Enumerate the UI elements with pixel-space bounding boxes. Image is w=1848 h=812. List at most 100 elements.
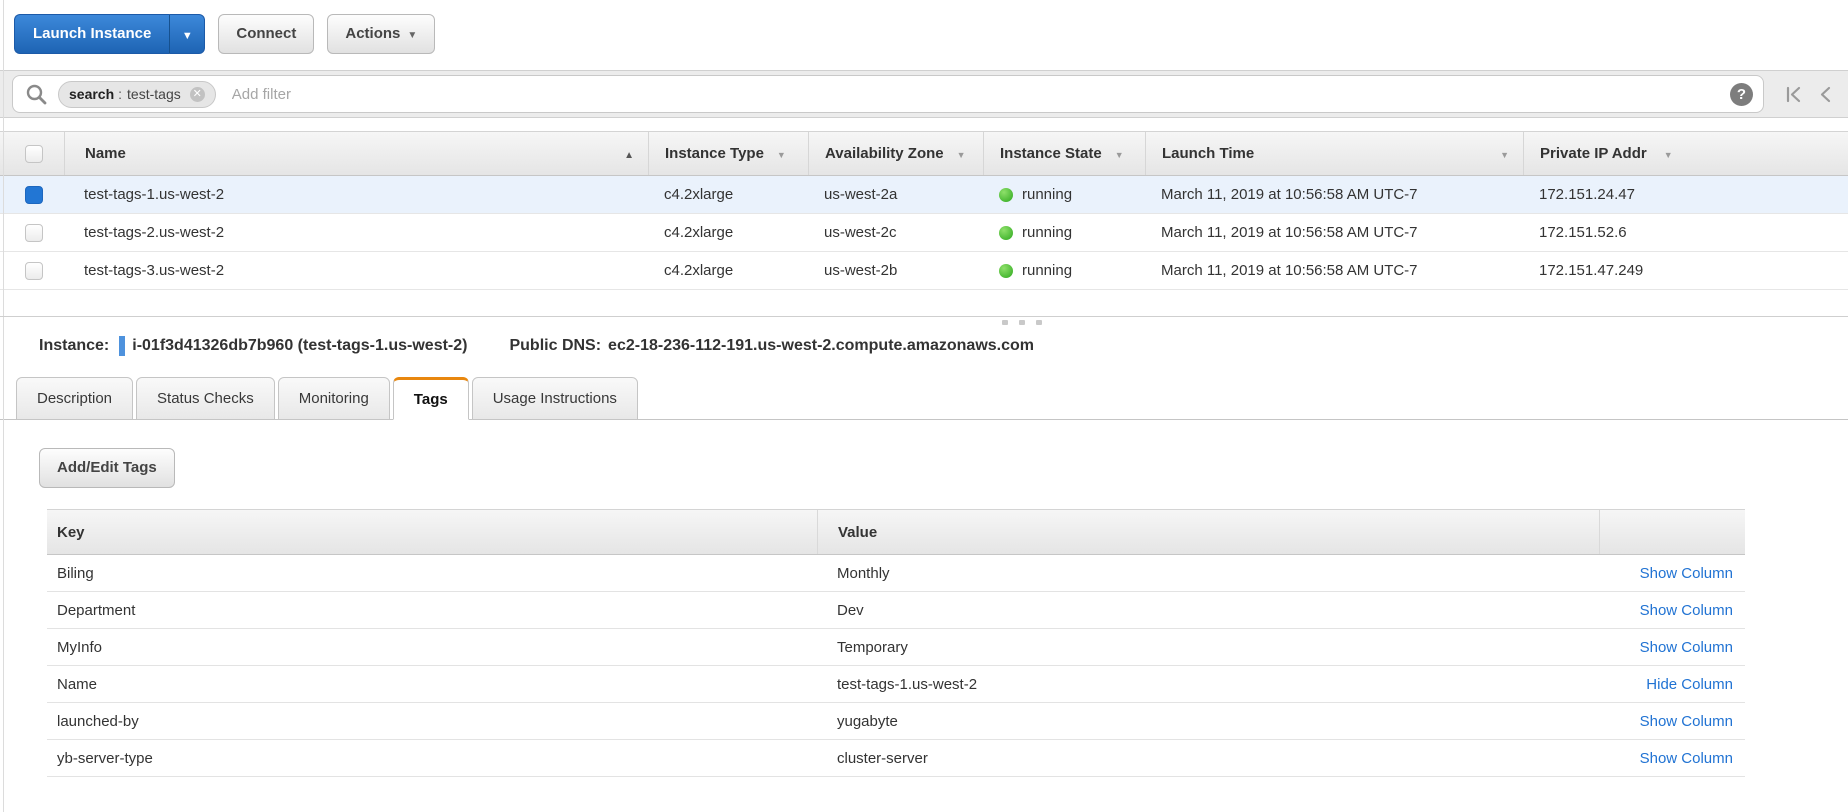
instance-state: running (983, 252, 1145, 289)
tab-tags[interactable]: Tags (393, 377, 469, 420)
column-header-instance-type[interactable]: Instance Type (648, 132, 808, 175)
chevron-down-icon (944, 145, 966, 162)
instance-detail-header: Instance: i-01f3d41326db7b960 (test-tags… (0, 326, 1848, 356)
remove-filter-icon[interactable] (190, 87, 205, 102)
launch-instance-split-button: Launch Instance (14, 14, 205, 54)
filter-pill-value: test-tags (127, 86, 181, 102)
private-ip: 172.151.24.47 (1523, 176, 1848, 213)
tab-monitoring[interactable]: Monitoring (278, 377, 390, 420)
instance-name: test-tags-3.us-west-2 (64, 252, 648, 289)
row-checkbox[interactable] (25, 262, 43, 280)
show-column-link[interactable]: Show Column (1640, 713, 1733, 730)
instance-row[interactable]: test-tags-1.us-west-2 c4.2xlarge us-west… (0, 176, 1848, 214)
tag-key: Department (47, 592, 817, 628)
tags-panel: Add/Edit Tags Key Value Biling Monthly S… (0, 420, 1848, 777)
column-header-launch-time[interactable]: Launch Time (1145, 132, 1523, 175)
instances-table: Name Instance Type Availability Zone Ins… (0, 131, 1848, 290)
launch-time: March 11, 2019 at 10:56:58 AM UTC-7 (1145, 214, 1523, 251)
search-filter-field[interactable]: search : test-tags ? (12, 75, 1764, 113)
tag-row: MyInfo Temporary Show Column (47, 629, 1745, 666)
chevron-down-icon (764, 145, 786, 162)
tag-value: Monthly (817, 555, 1599, 591)
private-ip: 172.151.52.6 (1523, 214, 1848, 251)
toolbar: Launch Instance Connect Actions (0, 0, 1848, 54)
row-checkbox[interactable] (25, 224, 43, 242)
tag-key: Biling (47, 555, 817, 591)
tag-row: Biling Monthly Show Column (47, 555, 1745, 592)
private-ip: 172.151.47.249 (1523, 252, 1848, 289)
instance-id: i-01f3d41326db7b960 (test-tags-1.us-west… (132, 337, 467, 355)
previous-page-icon[interactable] (1818, 85, 1832, 104)
add-edit-tags-button[interactable]: Add/Edit Tags (39, 448, 175, 488)
tags-action-header (1599, 510, 1745, 554)
column-header-name-label: Name (85, 145, 126, 162)
select-all-checkbox[interactable] (25, 145, 43, 163)
column-header-private-ip-label: Private IP Addr (1540, 145, 1647, 162)
instance-label: Instance: (39, 337, 109, 355)
show-column-link[interactable]: Show Column (1640, 602, 1733, 619)
running-status-icon (999, 264, 1013, 278)
tag-key: launched-by (47, 703, 817, 739)
tag-value: cluster-server (817, 740, 1599, 776)
actions-button-label: Actions (345, 25, 400, 42)
column-header-availability-zone[interactable]: Availability Zone (808, 132, 983, 175)
detail-tabs: Description Status Checks Monitoring Tag… (0, 377, 1848, 420)
tags-value-header: Value (817, 510, 1599, 554)
tags-table-header: Key Value (47, 509, 1745, 555)
availability-zone: us-west-2c (808, 214, 983, 251)
tag-key: yb-server-type (47, 740, 817, 776)
show-column-link[interactable]: Show Column (1640, 639, 1733, 656)
tag-key: MyInfo (47, 629, 817, 665)
column-header-private-ip[interactable]: Private IP Addr (1523, 132, 1848, 175)
instance-state-label: running (1022, 186, 1072, 203)
public-dns-group: Public DNS: ec2-18-236-112-191.us-west-2… (509, 337, 1034, 355)
filter-pill-key: search (69, 86, 114, 102)
sort-ascending-icon (624, 145, 634, 162)
first-page-icon[interactable] (1784, 85, 1803, 104)
instance-type: c4.2xlarge (648, 252, 808, 289)
launch-instance-dropdown-button[interactable] (169, 14, 205, 54)
column-header-name[interactable]: Name (64, 132, 648, 175)
actions-button[interactable]: Actions (327, 14, 435, 54)
tab-description[interactable]: Description (16, 377, 133, 420)
chevron-down-icon (1487, 145, 1509, 162)
chevron-down-icon (1651, 145, 1673, 162)
instance-name: test-tags-1.us-west-2 (64, 176, 648, 213)
tab-usage-instructions[interactable]: Usage Instructions (472, 377, 638, 420)
chevron-down-icon (182, 26, 193, 43)
selection-color-bar (119, 336, 125, 356)
row-checkbox[interactable] (25, 186, 43, 204)
tags-table: Key Value Biling Monthly Show Column Dep… (47, 509, 1745, 777)
filter-pill-separator: : (118, 86, 122, 102)
running-status-icon (999, 226, 1013, 240)
tag-value: Temporary (817, 629, 1599, 665)
tag-key: Name (47, 666, 817, 702)
search-filter-pill[interactable]: search : test-tags (58, 81, 216, 108)
tag-row: launched-by yugabyte Show Column (47, 703, 1745, 740)
show-column-link[interactable]: Show Column (1640, 565, 1733, 582)
show-column-link[interactable]: Show Column (1640, 750, 1733, 767)
chevron-down-icon (400, 25, 417, 42)
tag-value: Dev (817, 592, 1599, 628)
hide-column-link[interactable]: Hide Column (1646, 676, 1733, 693)
tag-row: Department Dev Show Column (47, 592, 1745, 629)
launch-instance-button[interactable]: Launch Instance (14, 14, 169, 54)
splitter-drag-handle-icon[interactable] (1002, 320, 1042, 325)
column-header-instance-state-label: Instance State (1000, 145, 1102, 162)
running-status-icon (999, 188, 1013, 202)
add-filter-input[interactable] (230, 85, 1730, 104)
launch-time: March 11, 2019 at 10:56:58 AM UTC-7 (1145, 176, 1523, 213)
instance-row[interactable]: test-tags-2.us-west-2 c4.2xlarge us-west… (0, 214, 1848, 252)
instance-state-label: running (1022, 262, 1072, 279)
tag-value: yugabyte (817, 703, 1599, 739)
help-icon[interactable]: ? (1730, 83, 1753, 106)
column-header-instance-state[interactable]: Instance State (983, 132, 1145, 175)
instance-row[interactable]: test-tags-3.us-west-2 c4.2xlarge us-west… (0, 252, 1848, 290)
tab-status-checks[interactable]: Status Checks (136, 377, 275, 420)
tag-row: yb-server-type cluster-server Show Colum… (47, 740, 1745, 777)
column-header-launch-time-label: Launch Time (1162, 145, 1254, 162)
instance-name: test-tags-2.us-west-2 (64, 214, 648, 251)
connect-button[interactable]: Connect (218, 14, 314, 54)
search-icon (25, 83, 48, 106)
instance-state: running (983, 176, 1145, 213)
